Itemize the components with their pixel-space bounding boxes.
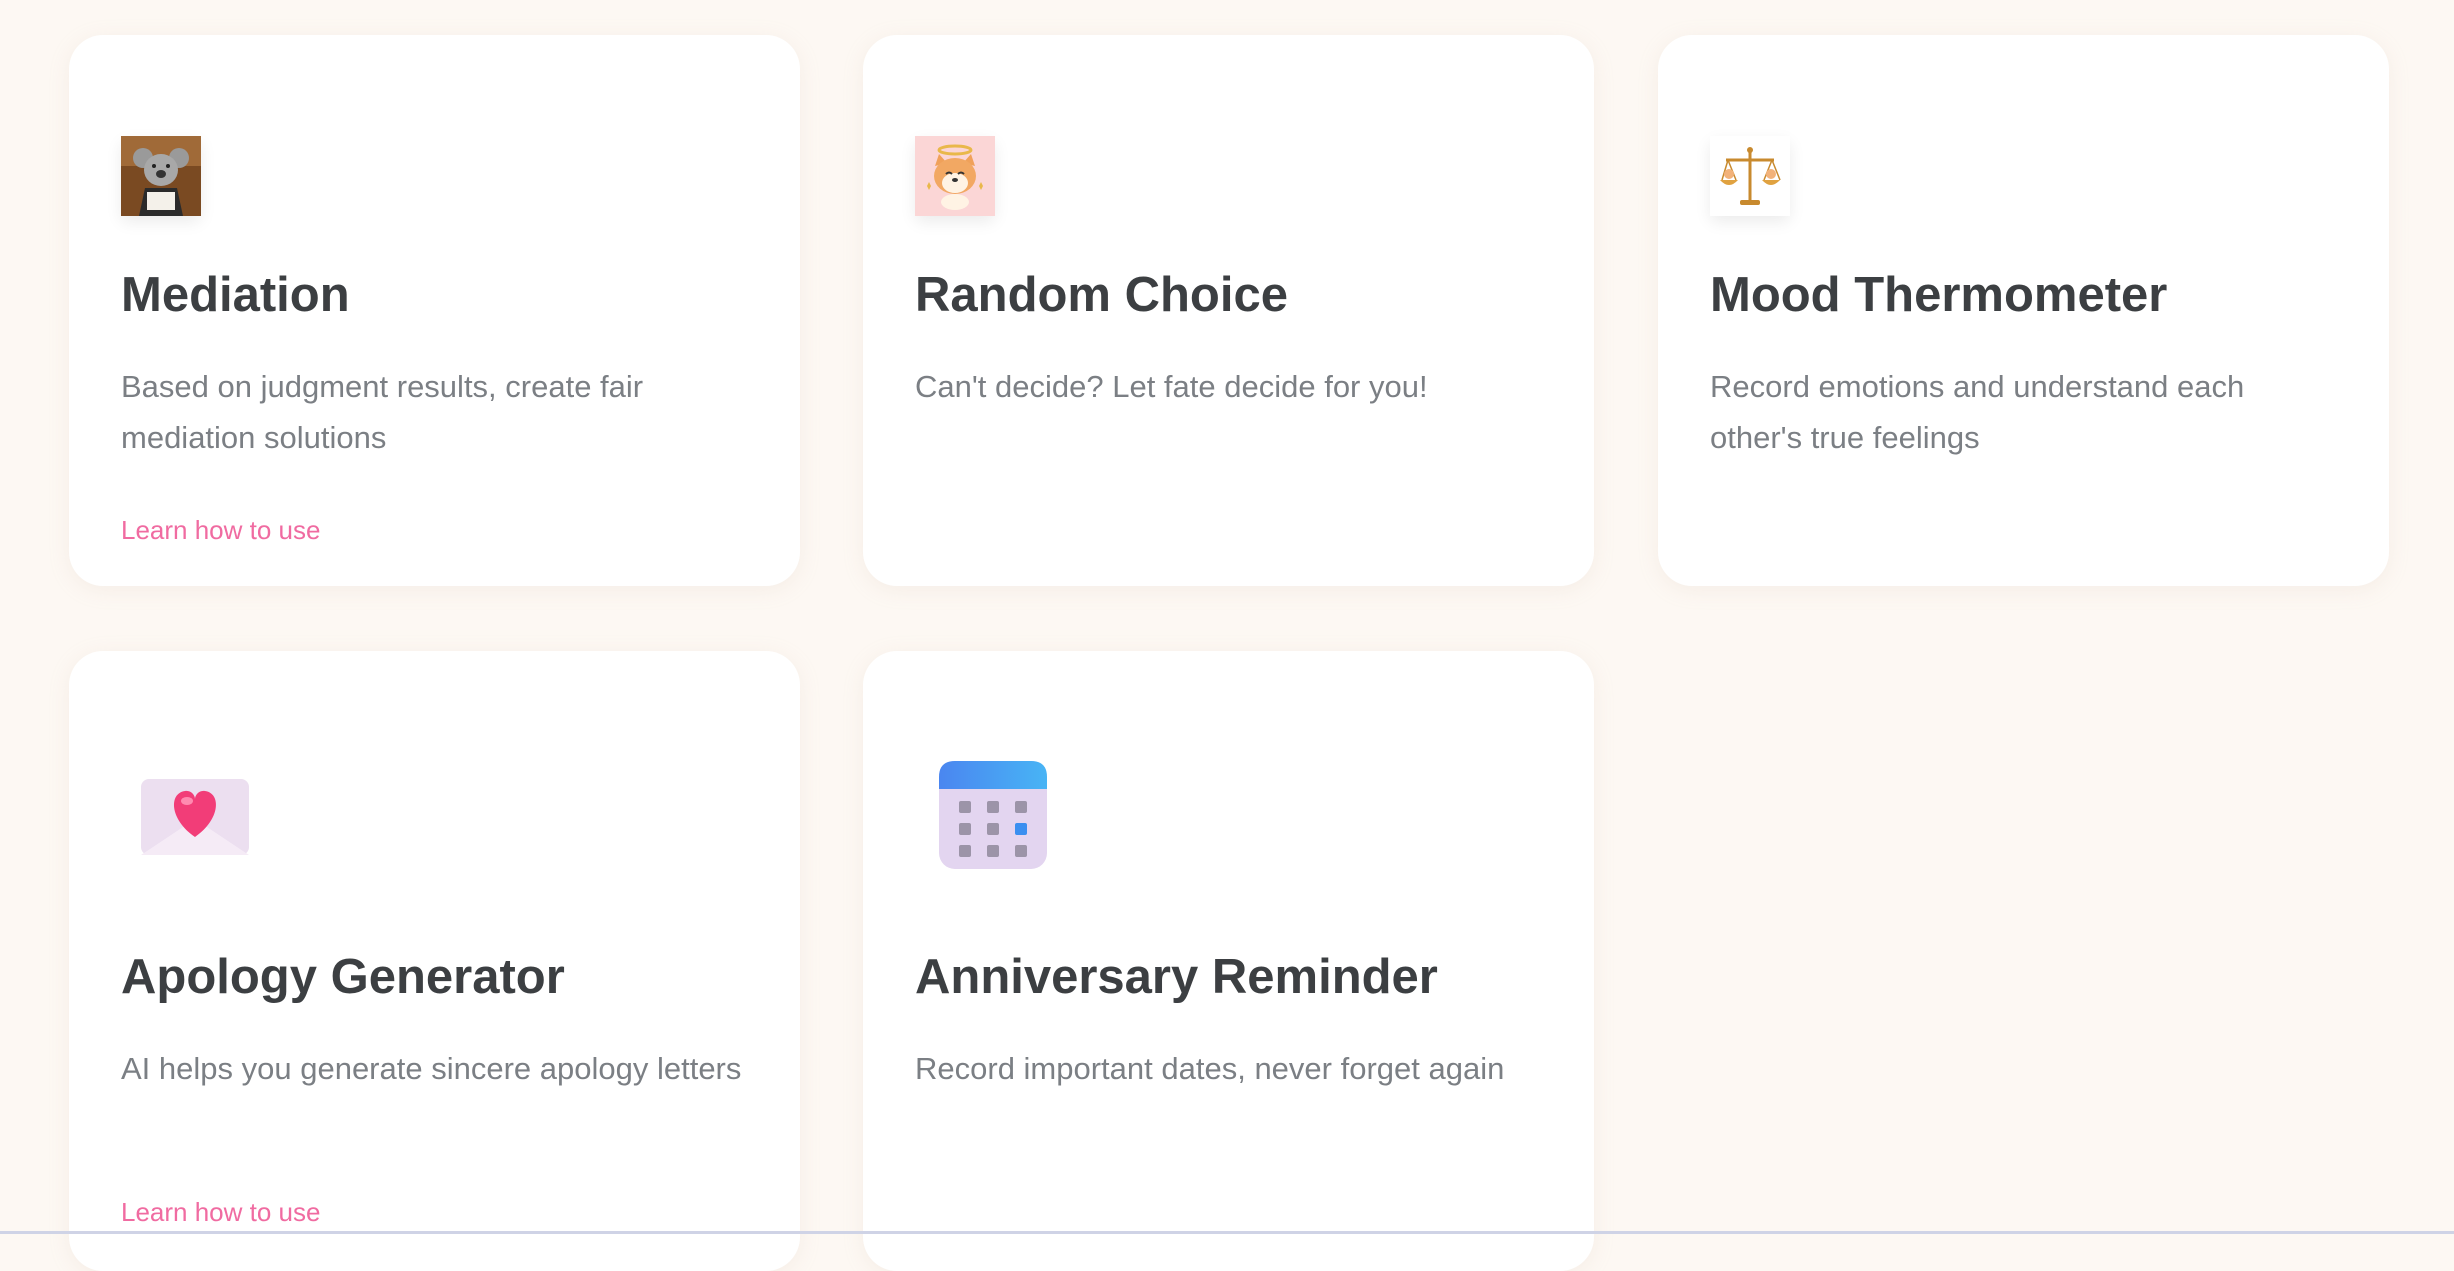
calendar-icon — [937, 759, 1049, 871]
card-description: AI helps you generate sincere apology le… — [121, 1051, 742, 1086]
angel-shiba-icon — [915, 136, 995, 216]
card-description: Can't decide? Let fate decide for you! — [915, 369, 1428, 404]
card-random-choice[interactable]: Random Choice Can't decide? Let fate dec… — [863, 35, 1594, 586]
card-mediation[interactable]: Mediation Based on judgment results, cre… — [69, 35, 800, 586]
card-description: Record emotions and understand each othe… — [1710, 369, 2245, 455]
card-apology-generator[interactable]: Apology Generator AI helps you generate … — [69, 651, 800, 1271]
love-letter-icon — [139, 775, 251, 857]
koala-judge-icon — [121, 136, 201, 216]
card-title: Apology Generator — [121, 950, 565, 1004]
scales-icon — [1710, 136, 1790, 216]
card-title: Mediation — [121, 268, 350, 322]
card-title: Random Choice — [915, 268, 1288, 322]
card-description: Based on judgment results, create fair m… — [121, 369, 644, 455]
learn-how-link[interactable]: Learn how to use — [121, 515, 320, 546]
card-description: Record important dates, never forget aga… — [915, 1051, 1505, 1086]
card-mood-thermometer[interactable]: Mood Thermometer Record emotions and und… — [1658, 35, 2389, 586]
card-title: Anniversary Reminder — [915, 950, 1438, 1004]
card-title: Mood Thermometer — [1710, 268, 2168, 322]
learn-how-link[interactable]: Learn how to use — [121, 1197, 320, 1228]
card-anniversary-reminder[interactable]: Anniversary Reminder Record important da… — [863, 651, 1594, 1271]
